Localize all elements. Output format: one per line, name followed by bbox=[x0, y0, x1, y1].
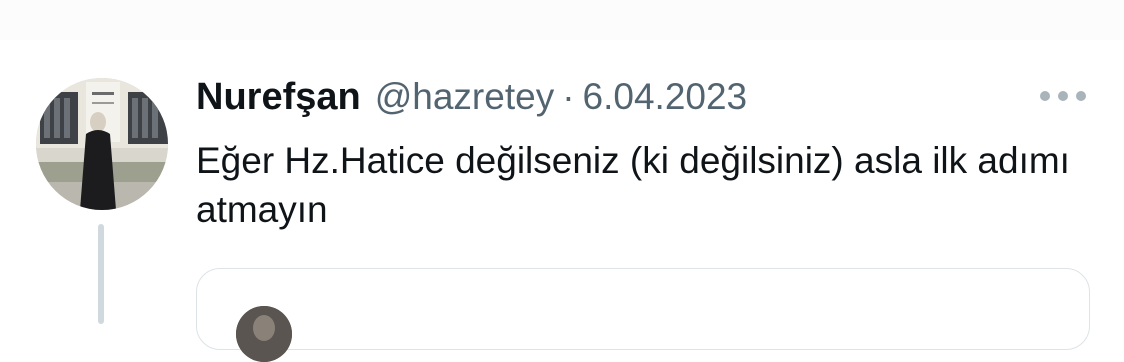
more-dot bbox=[1058, 91, 1068, 101]
tweet-text: Eğer Hz.Hatice değilseniz (ki değilsiniz… bbox=[196, 140, 1070, 230]
quoted-author-avatar[interactable] bbox=[236, 306, 292, 362]
author-handle[interactable]: @hazretey bbox=[375, 76, 554, 118]
tweet-header: Nurefşan @hazretey · 6.04.2023 bbox=[196, 76, 747, 120]
more-dot bbox=[1076, 91, 1086, 101]
tweet-date[interactable]: 6.04.2023 bbox=[583, 76, 748, 118]
thread-connector-line bbox=[98, 224, 104, 324]
quoted-tweet-card[interactable] bbox=[196, 268, 1090, 350]
author-avatar[interactable] bbox=[36, 78, 168, 210]
quoted-avatar-photo bbox=[236, 306, 292, 362]
top-bar bbox=[0, 0, 1124, 40]
header-separator: · bbox=[562, 76, 575, 117]
more-horizontal-icon[interactable] bbox=[1040, 88, 1086, 104]
more-dot bbox=[1040, 91, 1050, 101]
author-name[interactable]: Nurefşan bbox=[196, 76, 361, 119]
avatar-photo bbox=[36, 78, 168, 210]
